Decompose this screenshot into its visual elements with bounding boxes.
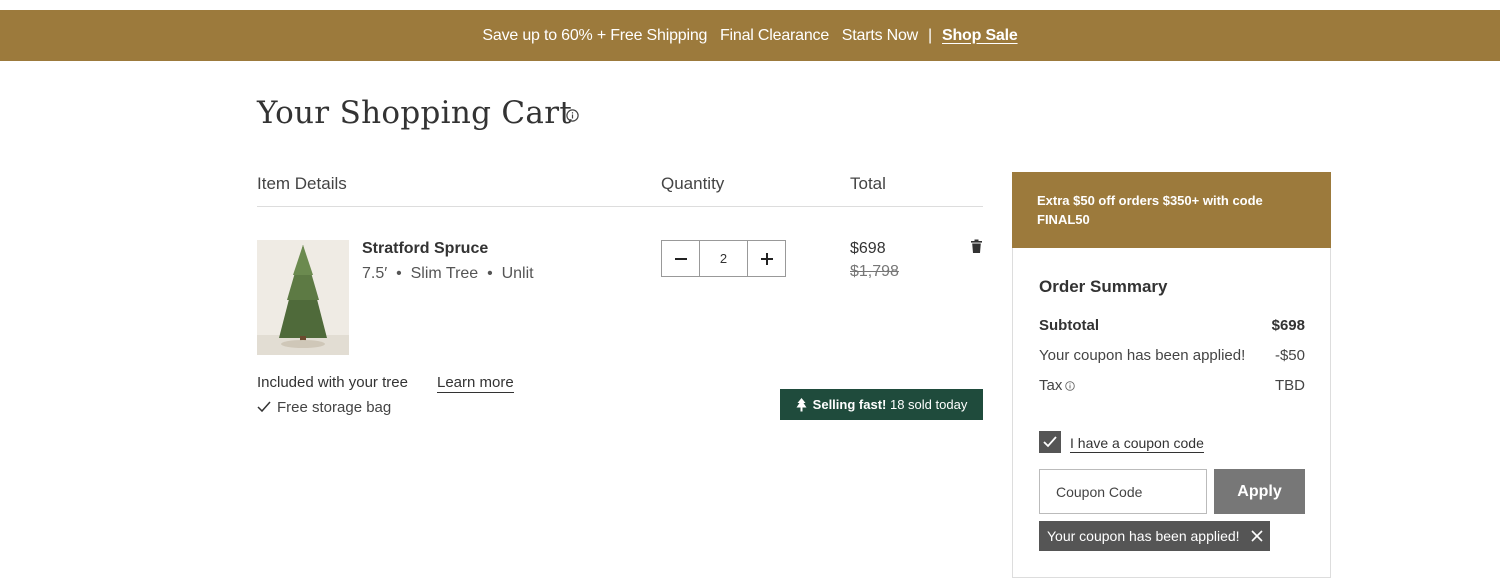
quantity-stepper: 2 xyxy=(661,240,786,277)
summary-promo-banner: Extra $50 off orders $350+ with code FIN… xyxy=(1012,172,1331,248)
tax-value: TBD xyxy=(1275,377,1305,394)
info-icon[interactable] xyxy=(566,109,579,122)
plus-icon xyxy=(760,252,773,265)
decrease-quantity-button[interactable] xyxy=(662,241,699,276)
summary-title: Order Summary xyxy=(1039,277,1168,296)
page-title: Your Shopping Cart xyxy=(257,95,573,131)
coupon-checkbox-label[interactable]: I have a coupon code xyxy=(1070,435,1204,453)
subtotal-value: $698 xyxy=(1271,317,1305,334)
coupon-applied-tag: Your coupon has been applied! xyxy=(1039,521,1270,551)
promo-text-sale: Save up to 60% + Free Shipping xyxy=(482,26,708,44)
product-image[interactable] xyxy=(257,240,349,355)
coupon-checkbox[interactable] xyxy=(1039,431,1061,453)
apply-coupon-button[interactable]: Apply xyxy=(1214,469,1305,514)
subtotal-label: Subtotal xyxy=(1039,317,1099,334)
column-header-quantity: Quantity xyxy=(661,174,725,193)
coupon-row-label: Your coupon has been applied! xyxy=(1039,347,1246,364)
tax-info-icon[interactable] xyxy=(1065,381,1076,391)
coupon-code-input[interactable] xyxy=(1039,469,1207,514)
product-name[interactable]: Stratford Spruce xyxy=(362,240,488,258)
check-icon xyxy=(1043,436,1057,448)
product-attributes: 7.5′ • Slim Tree • Unlit xyxy=(362,265,534,282)
promo-bar: Save up to 60% + Free Shipping Final Cle… xyxy=(0,10,1500,61)
order-summary-panel: Extra $50 off orders $350+ with code FIN… xyxy=(1012,172,1331,578)
tax-row: Tax TBD xyxy=(1039,377,1305,394)
check-icon xyxy=(257,401,271,413)
column-header-total: Total xyxy=(850,174,886,193)
promo-text-starts: Starts Now xyxy=(841,26,919,44)
promo-separator: | xyxy=(928,26,933,44)
tax-label: Tax xyxy=(1039,377,1063,394)
badge-strong: Selling fast! xyxy=(812,397,887,412)
tree-icon xyxy=(796,397,807,411)
item-price: $698 xyxy=(850,240,886,257)
trash-icon[interactable] xyxy=(970,239,983,254)
increase-quantity-button[interactable] xyxy=(748,241,785,276)
header-divider xyxy=(257,206,983,207)
shop-sale-link[interactable]: Shop Sale xyxy=(942,27,1018,45)
subtotal-row: Subtotal $698 xyxy=(1039,317,1305,334)
badge-text: 18 sold today xyxy=(889,397,968,412)
promo-text-clearance: Final Clearance xyxy=(719,26,830,44)
included-label: Included with your tree xyxy=(257,374,408,391)
quantity-value[interactable]: 2 xyxy=(699,241,748,276)
coupon-applied-text: Your coupon has been applied! xyxy=(1047,528,1240,544)
learn-more-link[interactable]: Learn more xyxy=(437,374,514,393)
item-original-price: $1,798 xyxy=(850,263,899,280)
selling-fast-badge: Selling fast! 18 sold today xyxy=(780,389,983,420)
included-item: Free storage bag xyxy=(277,399,392,416)
tree-image xyxy=(257,240,349,355)
coupon-row: Your coupon has been applied! -$50 xyxy=(1039,347,1305,364)
column-header-item: Item Details xyxy=(257,174,347,193)
close-icon[interactable] xyxy=(1250,529,1264,543)
minus-icon xyxy=(674,257,687,260)
coupon-row-value: -$50 xyxy=(1274,347,1305,364)
